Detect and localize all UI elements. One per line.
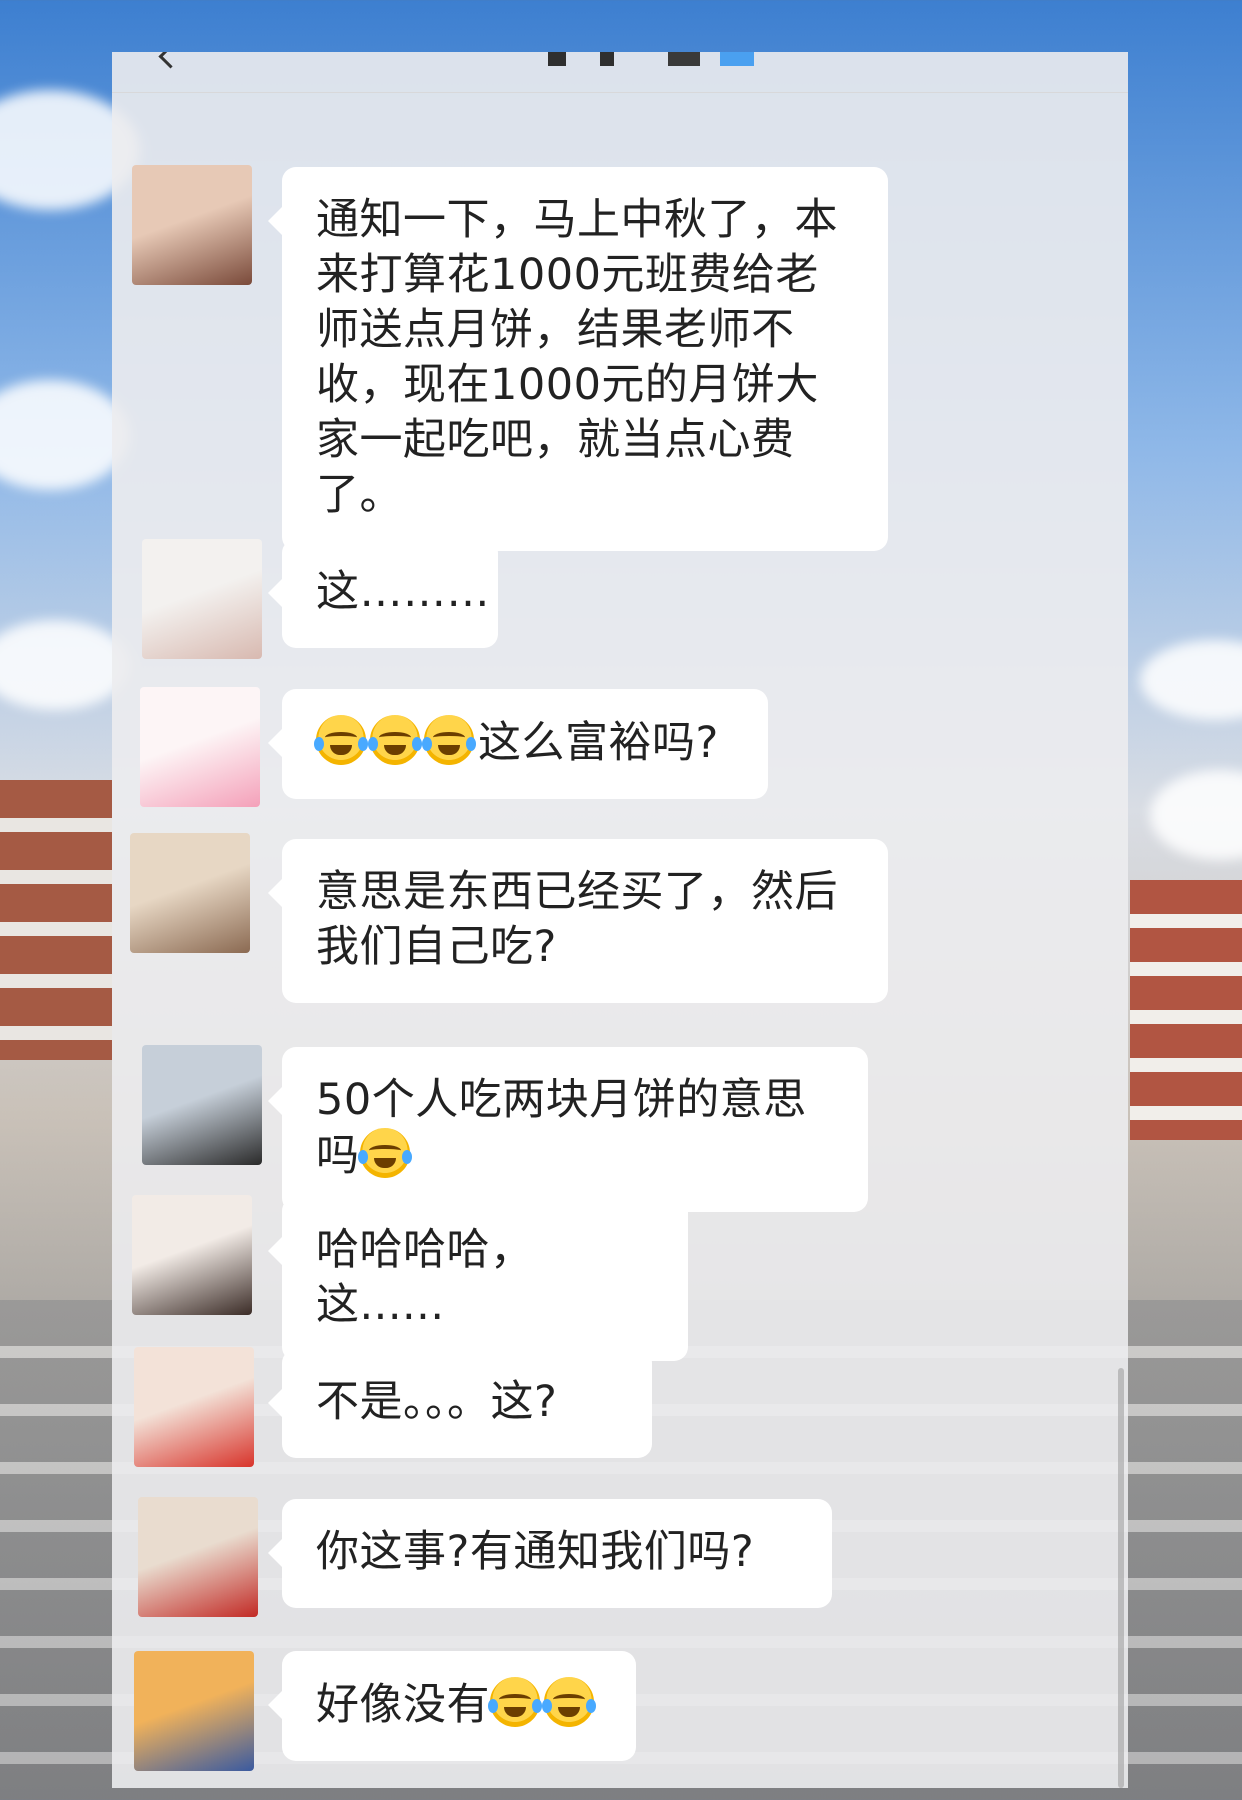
avatar-white-cat[interactable]: [142, 539, 262, 659]
message-bubble[interactable]: 不是。。。这?: [268, 1349, 652, 1458]
message-bubble[interactable]: 你这事?有通知我们吗?: [268, 1499, 832, 1608]
message-bubble[interactable]: 这么富裕吗?: [268, 689, 768, 799]
background-building: [1130, 880, 1242, 1140]
message-text: 你这事?有通知我们吗?: [316, 1527, 755, 1577]
chat-header: [112, 52, 1128, 93]
cloud: [1150, 770, 1242, 860]
avatar-cartoon-girl-buns[interactable]: [130, 833, 250, 953]
avatar-sunset-hand[interactable]: [134, 1651, 254, 1771]
avatar-man-sunglasses[interactable]: [142, 1045, 262, 1165]
avatar-girl-fu-poster[interactable]: [138, 1497, 258, 1617]
message-bubble[interactable]: 意思是东西已经买了，然后我们自己吃?: [268, 839, 888, 1003]
back-icon[interactable]: [158, 52, 183, 69]
laugh-cry-emoji-icon: [422, 715, 476, 765]
laugh-cry-emoji-icon: [357, 1128, 412, 1178]
message-bubble[interactable]: 通知一下，马上中秋了，本来打算花1000元班费给老师送点月饼，结果老师不收，现在…: [268, 167, 888, 551]
message-bubble[interactable]: 这………: [268, 539, 498, 648]
message-bubble[interactable]: 好像没有: [268, 1651, 636, 1761]
laugh-cry-emoji-icon: [488, 1677, 542, 1727]
mosaic-redaction: [668, 52, 700, 66]
message-bubble[interactable]: 50个人吃两块月饼的意思吗: [268, 1047, 868, 1212]
laugh-cry-emoji-icon: [314, 715, 368, 765]
avatar-cartoon-girl-pink[interactable]: [140, 687, 260, 807]
message-text: 哈哈哈哈，这......: [316, 1225, 534, 1330]
chat-window: 通知一下，马上中秋了，本来打算花1000元班费给老师送点月饼，结果老师不收，现在…: [112, 52, 1128, 1788]
mosaic-redaction: [720, 52, 754, 66]
message-bubble[interactable]: 哈哈哈哈，这......: [268, 1197, 688, 1361]
mosaic-redaction: [600, 52, 614, 66]
avatar-red-apple-penguin[interactable]: [134, 1347, 254, 1467]
message-text: 这………: [316, 567, 490, 617]
message-text: 不是。。。这?: [316, 1377, 558, 1427]
mosaic-redaction: [548, 52, 566, 66]
cloud: [0, 620, 130, 710]
message-text: 这么富裕吗?: [478, 718, 719, 768]
avatar-girl-sparkle[interactable]: [132, 1195, 252, 1315]
message-text: 意思是东西已经买了，然后我们自己吃?: [316, 867, 838, 972]
avatar-girl-flower-crown[interactable]: [132, 165, 252, 285]
scrollbar[interactable]: [1118, 1368, 1124, 1788]
message-text: 通知一下，马上中秋了，本来打算花1000元班费给老师送点月饼，结果老师不收，现在…: [316, 195, 838, 520]
background-building: [0, 780, 112, 1060]
cloud: [0, 380, 130, 490]
laugh-cry-emoji-icon: [368, 715, 422, 765]
laugh-cry-emoji-icon: [542, 1677, 596, 1727]
cloud: [1140, 640, 1242, 720]
message-text: 好像没有: [316, 1680, 490, 1730]
